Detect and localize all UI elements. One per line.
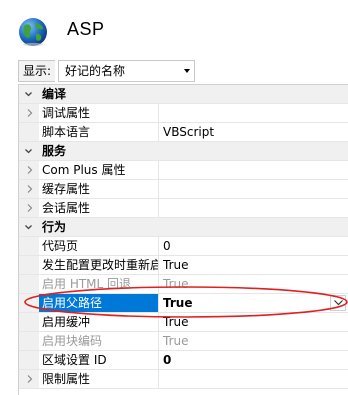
header: ASP — [0, 0, 348, 60]
property-row[interactable]: 启用块编码 True — [19, 332, 348, 351]
expand-chevron-icon[interactable] — [26, 204, 33, 212]
property-value[interactable]: 0 — [159, 237, 348, 255]
collapse-chevron-icon[interactable] — [25, 148, 32, 155]
row-gutter — [19, 85, 39, 103]
property-value[interactable]: VBScript — [159, 123, 348, 141]
property-value[interactable] — [159, 161, 348, 179]
property-row[interactable]: 限制属性 — [19, 370, 348, 389]
row-gutter — [19, 332, 39, 350]
category-label: 行为 — [42, 220, 67, 234]
property-value[interactable]: True — [159, 332, 348, 350]
property-value[interactable]: 0 — [159, 351, 348, 369]
value-dropdown-button[interactable] — [330, 295, 346, 311]
property-row[interactable]: 脚本语言 VBScript — [19, 123, 348, 142]
property-row[interactable]: 发生配置更改时重新启 True — [19, 256, 348, 275]
expand-chevron-icon[interactable] — [26, 166, 33, 174]
property-name: 发生配置更改时重新启 — [39, 256, 159, 274]
row-gutter — [19, 218, 39, 236]
row-gutter — [19, 104, 39, 122]
property-value[interactable]: True — [159, 294, 348, 312]
page-title: ASP — [67, 19, 105, 39]
row-gutter — [19, 370, 39, 388]
property-row[interactable]: 缓存属性 — [19, 180, 348, 199]
toolbar: 显示: 好记的名称 — [18, 60, 348, 82]
property-name: 启用 HTML 回退 — [39, 275, 159, 293]
expand-chevron-icon[interactable] — [26, 185, 33, 193]
property-value-text: True — [163, 258, 189, 272]
property-name: 代码页 — [39, 237, 159, 255]
row-gutter — [19, 351, 39, 369]
property-row[interactable]: 代码页 0 — [19, 237, 348, 256]
property-name: 启用缓冲 — [39, 313, 159, 331]
property-row[interactable]: 启用缓冲 True — [19, 313, 348, 332]
property-name: 启用块编码 — [39, 332, 159, 350]
expand-chevron-icon[interactable] — [26, 375, 33, 383]
chevron-down-icon — [334, 300, 343, 306]
row-gutter — [19, 294, 39, 312]
collapse-chevron-icon[interactable] — [25, 224, 32, 231]
property-name: 区域设置 ID — [39, 351, 159, 369]
property-value-text: 0 — [163, 353, 172, 367]
chevron-down-icon — [184, 69, 190, 73]
view-mode-value: 好记的名称 — [65, 64, 126, 78]
row-gutter — [19, 237, 39, 255]
property-grid: 编译调试属性 脚本语言 VBScript 服务 Com Plus 属性 缓存属性 会话属性行… — [18, 84, 348, 395]
property-name: Com Plus 属性 — [39, 161, 159, 179]
row-gutter — [19, 161, 39, 179]
property-row[interactable]: Com Plus 属性 — [19, 161, 348, 180]
view-mode-select[interactable]: 好记的名称 — [58, 60, 195, 82]
property-value-text: True — [163, 277, 189, 291]
display-label: 显示: — [18, 60, 56, 82]
category-row[interactable]: 服务 — [19, 142, 348, 161]
property-row[interactable]: 调试属性 — [19, 104, 348, 123]
property-name: 脚本语言 — [39, 123, 159, 141]
row-gutter — [19, 199, 39, 217]
property-name: 会话属性 — [39, 199, 159, 217]
globe-icon — [19, 18, 47, 47]
property-row[interactable]: 会话属性 — [19, 199, 348, 218]
property-value-text: True — [163, 315, 189, 329]
property-name: 调试属性 — [39, 104, 159, 122]
row-gutter — [19, 180, 39, 198]
property-value[interactable]: True — [159, 256, 348, 274]
property-row[interactable]: 区域设置 ID 0 — [19, 351, 348, 370]
category-row[interactable]: 编译 — [19, 85, 348, 104]
row-gutter — [19, 256, 39, 274]
property-value-text: True — [163, 296, 193, 310]
property-name: 缓存属性 — [39, 180, 159, 198]
property-value-text: True — [163, 334, 189, 348]
property-value-text: 0 — [163, 239, 171, 253]
property-name: 限制属性 — [39, 370, 159, 388]
row-gutter — [19, 313, 39, 331]
row-gutter — [19, 275, 39, 293]
property-row[interactable]: 启用 HTML 回退 True — [19, 275, 348, 294]
expand-chevron-icon[interactable] — [26, 109, 33, 117]
category-label: 编译 — [42, 87, 67, 101]
property-row[interactable]: 启用父路径 True — [19, 294, 348, 313]
property-value[interactable]: True — [159, 275, 348, 293]
category-label: 服务 — [42, 144, 67, 158]
category-row[interactable]: 行为 — [19, 218, 348, 237]
property-value[interactable] — [159, 180, 348, 198]
property-value[interactable] — [159, 370, 348, 388]
collapse-chevron-icon[interactable] — [25, 91, 32, 98]
property-value-text: VBScript — [163, 125, 215, 139]
property-value[interactable] — [159, 199, 348, 217]
property-value[interactable] — [159, 104, 348, 122]
row-gutter — [19, 142, 39, 160]
property-name: 启用父路径 — [39, 294, 159, 312]
row-gutter — [19, 123, 39, 141]
property-value[interactable]: True — [159, 313, 348, 331]
